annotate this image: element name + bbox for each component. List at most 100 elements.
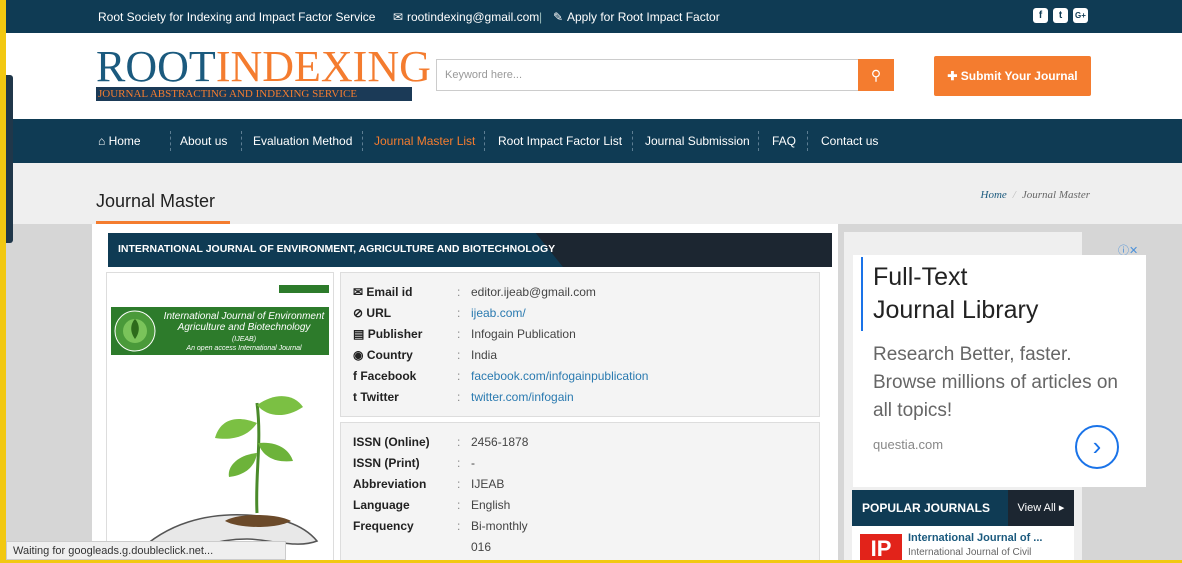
submit-label: Submit Your Journal — [960, 69, 1078, 83]
colon: : — [457, 435, 461, 449]
journal-title: INTERNATIONAL JOURNAL OF ENVIRONMENT, AG… — [118, 243, 556, 255]
issn-print-label: ISSN (Print) — [353, 456, 420, 470]
email-label: ✉ Email id — [353, 285, 412, 299]
breadcrumb-home[interactable]: Home — [981, 189, 1007, 201]
apply-link[interactable]: Apply for Root Impact Factor — [567, 10, 720, 24]
twitter-icon: t — [353, 390, 357, 404]
colon: : — [457, 498, 461, 512]
issn-print-value: - — [471, 456, 475, 470]
popular-journal-subtitle: International Journal of Civil — [908, 547, 1032, 558]
book-icon: ▤ — [353, 327, 365, 341]
search-button[interactable]: ⚲ — [858, 59, 894, 91]
logo-indexing: INDEXING — [215, 42, 431, 91]
facebook-label-text: Facebook — [360, 369, 417, 383]
facebook-link[interactable]: facebook.com/infogainpublication — [471, 369, 648, 383]
browser-status-bar: Waiting for googleads.g.doubleclick.net.… — [6, 541, 286, 560]
ad-body: Research Better, faster. Browse millions… — [873, 344, 1118, 421]
breadcrumb-current: Journal Master — [1021, 189, 1090, 201]
nav-evaluation-method[interactable]: Evaluation Method — [253, 134, 352, 148]
colon: : — [457, 306, 461, 320]
nav-home[interactable]: ⌂ Home — [98, 134, 141, 148]
view-all-button[interactable]: View All ▸ — [1008, 490, 1074, 526]
colon: : — [457, 327, 461, 341]
plus-icon: ✚ — [947, 69, 961, 83]
journal-cover-image: International Journal of Environment Agr… — [106, 272, 334, 560]
cover-tagline: An open access International Journal — [186, 345, 302, 352]
popular-journal-title[interactable]: International Journal of ... — [908, 532, 1042, 544]
nav-faq[interactable]: FAQ — [772, 134, 796, 148]
google-plus-icon[interactable]: G+ — [1073, 8, 1088, 23]
logo-r: R — [96, 42, 126, 91]
browser-viewport: Root Society for Indexing and Impact Fac… — [6, 0, 1182, 560]
nav-divider — [241, 131, 242, 151]
frequency-value: Bi-monthly — [471, 519, 528, 533]
envelope-icon: ✉ — [353, 285, 364, 299]
country-label: ◉ Country — [353, 348, 413, 362]
logo-t: T — [188, 42, 216, 91]
globe-icon: ⊘ — [353, 306, 364, 320]
email-value: editor.ijeab@gmail.com — [471, 285, 596, 299]
cover-title: International Journal of Environment Agr… — [163, 311, 325, 333]
popular-journal-item[interactable]: IP International Journal of ... Internat… — [852, 526, 1074, 560]
search-input[interactable]: Keyword here... — [436, 59, 864, 91]
ad-headline-line-1: Full-Text — [873, 263, 968, 291]
nav-home-label: Home — [108, 134, 141, 148]
map-marker-icon: ◉ — [353, 348, 364, 362]
colon: : — [457, 456, 461, 470]
breadcrumb: Home / Journal Master — [981, 189, 1090, 201]
url-label-text: URL — [366, 306, 392, 320]
search-icon: ⚲ — [870, 67, 882, 83]
colon: : — [457, 519, 461, 533]
journal-panel: INTERNATIONAL JOURNAL OF ENVIRONMENT, AG… — [92, 224, 838, 560]
facebook-icon[interactable]: f — [1033, 8, 1048, 23]
side-drawer-handle[interactable] — [6, 75, 13, 243]
page-title-band: Journal Master Home / Journal Master — [6, 163, 1182, 224]
nav-about[interactable]: About us — [180, 134, 227, 148]
issn-online-value: 2456-1878 — [471, 435, 529, 449]
popular-journals-header: POPULAR JOURNALS View All ▸ — [852, 490, 1074, 526]
colon: : — [457, 348, 461, 362]
nav-journal-master-list[interactable]: Journal Master List — [374, 134, 475, 148]
twitter-label: t Twitter — [353, 390, 399, 404]
advertisement[interactable]: Full-Text Journal Library Research Better… — [853, 255, 1146, 487]
submit-journal-button[interactable]: ✚ Submit Your Journal — [934, 56, 1091, 96]
nav-divider — [362, 131, 363, 151]
language-label: Language — [353, 498, 410, 512]
url-link[interactable]: ijeab.com/ — [471, 306, 526, 320]
language-value: English — [471, 498, 511, 512]
country-value: India — [471, 348, 498, 362]
abbreviation-value: IJEAB — [471, 477, 505, 491]
pencil-icon: ✎ — [553, 10, 564, 24]
contact-info-box: ✉ Email id : editor.ijeab@gmail.com ⊘ UR… — [340, 272, 820, 417]
partial-value: 016 — [471, 540, 492, 554]
home-icon: ⌂ — [98, 134, 109, 148]
colon: : — [457, 285, 461, 299]
nav-contact[interactable]: Contact us — [821, 134, 878, 148]
popular-journals-title: POPULAR JOURNALS — [862, 501, 991, 515]
twitter-link[interactable]: twitter.com/infogain — [471, 390, 574, 404]
facebook-label: f Facebook — [353, 369, 416, 383]
ad-arrow-icon[interactable]: › — [1075, 425, 1119, 469]
site-logo[interactable]: ROOTINDEXING JOURNAL ABSTRACTING AND IND… — [96, 45, 431, 103]
abbreviation-label: Abbreviation — [353, 477, 427, 491]
twitter-icon[interactable]: t — [1053, 8, 1068, 23]
logo-subtitle: JOURNAL ABSTRACTING AND INDEXING SERVICE — [96, 87, 412, 101]
ad-accent-line — [861, 257, 863, 331]
site-header: ROOTINDEXING JOURNAL ABSTRACTING AND IND… — [6, 33, 1182, 119]
envelope-icon: ✉ — [393, 10, 404, 24]
nav-root-impact-factor-list[interactable]: Root Impact Factor List — [498, 134, 622, 148]
cover-badge — [279, 285, 329, 293]
breadcrumb-separator: / — [1012, 189, 1016, 201]
logo-oo: OO — [125, 42, 189, 91]
publisher-value: Infogain Publication — [471, 327, 576, 341]
page-title: Journal Master — [96, 191, 216, 211]
colon: : — [457, 477, 461, 491]
email-link[interactable]: rootindexing@gmail.com — [407, 10, 539, 24]
nav-journal-submission[interactable]: Journal Submission — [645, 134, 750, 148]
journal-logo: IP — [860, 534, 902, 560]
nav-divider — [484, 131, 485, 151]
cover-title-band: International Journal of Environment Agr… — [111, 307, 329, 355]
twitter-label-text: Twitter — [360, 390, 399, 404]
colon: : — [457, 369, 461, 383]
publisher-label-text: Publisher — [367, 327, 423, 341]
